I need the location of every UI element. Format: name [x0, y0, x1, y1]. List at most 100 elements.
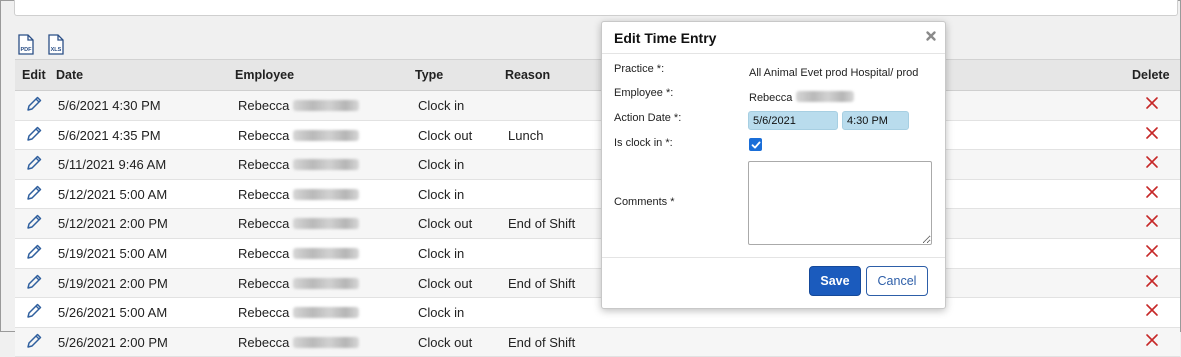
- row-employee: Rebecca: [238, 216, 360, 232]
- row-type: Clock in: [418, 186, 465, 202]
- row-employee-first-name: Rebecca: [238, 98, 290, 113]
- row-employee-first-name: Rebecca: [238, 275, 290, 291]
- row-date: 5/11/2021 9:46 AM: [58, 157, 167, 173]
- column-header-employee[interactable]: Employee: [235, 68, 294, 82]
- practice-value: All Animal Evet prod Hospital/ prod: [749, 67, 919, 79]
- row-employee: Rebecca: [238, 187, 360, 202]
- redacted-surname: [293, 336, 360, 348]
- redacted-surname: [293, 307, 360, 319]
- redacted-surname: [293, 218, 360, 230]
- checkmark-icon: [751, 141, 760, 148]
- row-date: 5/6/2021 4:30 PM: [58, 98, 161, 113]
- table-row: 5/26/2021 5:00 AM Rebecca Clock in: [15, 298, 1180, 328]
- grid-body: 5/6/2021 4:30 PM Rebecca Clock in 5/6/2021 …: [15, 91, 1180, 357]
- row-type: Clock out: [418, 216, 473, 232]
- delete-x-icon[interactable]: [1145, 96, 1159, 110]
- row-type: Clock out: [418, 334, 473, 350]
- edit-pencil-icon[interactable]: [25, 184, 43, 202]
- xls-export-icon[interactable]: XLS: [46, 34, 66, 56]
- row-employee: Rebecca: [238, 98, 360, 113]
- row-type: Clock in: [418, 305, 465, 321]
- column-header-date[interactable]: Date: [56, 68, 83, 82]
- is-clock-in-label: Is clock in *:: [614, 137, 673, 149]
- redacted-surname: [293, 247, 360, 259]
- cancel-button[interactable]: Cancel: [866, 266, 928, 296]
- column-header-type[interactable]: Type: [415, 68, 443, 82]
- row-employee-first-name: Rebecca: [238, 305, 290, 321]
- column-header-reason[interactable]: Reason: [505, 68, 550, 82]
- comments-textarea[interactable]: [748, 161, 932, 245]
- row-reason: End of Shift: [508, 334, 576, 350]
- grid-header: Edit Date Employee Type Reason Delete: [15, 59, 1180, 91]
- row-employee-first-name: Rebecca: [238, 245, 290, 261]
- edit-pencil-icon[interactable]: [25, 332, 43, 350]
- table-row: 5/19/2021 5:00 AM Rebecca Clock in: [15, 238, 1180, 269]
- row-employee: Rebecca: [238, 334, 360, 350]
- dialog-footer-divider: [602, 257, 945, 258]
- pdf-export-icon[interactable]: PDF: [16, 34, 36, 56]
- redacted-surname: [796, 91, 855, 102]
- xls-export-label: XLS: [51, 47, 62, 53]
- row-type: Clock out: [418, 127, 473, 143]
- time-entries-grid: Edit Date Employee Type Reason Delete 5/…: [15, 59, 1180, 357]
- table-row: 5/6/2021 4:30 PM Rebecca Clock in: [15, 91, 1180, 121]
- is-clock-in-checkbox[interactable]: [749, 138, 762, 151]
- table-row: 5/26/2021 2:00 PM Rebecca Clock out End of …: [15, 327, 1180, 357]
- redacted-surname: [293, 188, 360, 200]
- row-date: 5/6/2021 4:35 PM: [58, 127, 161, 143]
- row-date: 5/12/2021 5:00 AM: [58, 186, 168, 202]
- redacted-surname: [293, 129, 360, 141]
- delete-x-icon[interactable]: [1145, 155, 1159, 169]
- delete-x-icon[interactable]: [1145, 214, 1159, 228]
- redacted-surname: [293, 100, 360, 111]
- practice-label: Practice *:: [614, 63, 665, 75]
- dialog-title: Edit Time Entry: [614, 30, 717, 46]
- employee-label: Employee *:: [614, 87, 674, 99]
- action-date-input[interactable]: [748, 111, 838, 130]
- employee-first-name: Rebecca: [749, 92, 793, 104]
- row-date: 5/26/2021 5:00 AM: [58, 305, 168, 321]
- column-header-edit: Edit: [22, 68, 46, 82]
- row-employee-first-name: Rebecca: [238, 127, 290, 143]
- employee-value: Rebecca: [749, 91, 855, 104]
- column-header-delete: Delete: [1132, 68, 1170, 82]
- row-employee: Rebecca: [238, 275, 360, 291]
- row-date: 5/19/2021 2:00 PM: [58, 275, 168, 291]
- row-type: Clock in: [418, 245, 465, 261]
- table-row: 5/19/2021 2:00 PM Rebecca Clock out End of …: [15, 268, 1180, 299]
- edit-pencil-icon[interactable]: [25, 213, 43, 231]
- edit-time-entry-dialog: Edit Time Entry Practice *: All Animal E…: [601, 21, 946, 309]
- table-row: 5/12/2021 2:00 PM Rebecca Clock out End of …: [15, 209, 1180, 239]
- action-date-label: Action Date *:: [614, 112, 682, 124]
- export-toolbar: PDF XLS: [16, 34, 66, 56]
- row-type: Clock out: [418, 275, 473, 291]
- row-type: Clock in: [418, 98, 465, 113]
- row-reason: End of Shift: [508, 216, 576, 232]
- comments-label: Comments *: [614, 196, 675, 208]
- edit-pencil-icon[interactable]: [25, 243, 43, 261]
- row-type: Clock in: [418, 157, 465, 173]
- action-time-input[interactable]: [842, 111, 909, 130]
- row-employee-first-name: Rebecca: [238, 334, 290, 350]
- delete-x-icon[interactable]: [1145, 244, 1159, 258]
- delete-x-icon[interactable]: [1145, 274, 1159, 288]
- row-date: 5/26/2021 2:00 PM: [58, 334, 168, 350]
- table-row: 5/12/2021 5:00 AM Rebecca Clock in: [15, 179, 1180, 210]
- row-employee: Rebecca: [238, 157, 360, 172]
- delete-x-icon[interactable]: [1145, 333, 1159, 347]
- delete-x-icon[interactable]: [1145, 185, 1159, 199]
- row-date: 5/12/2021 2:00 PM: [58, 216, 168, 232]
- edit-pencil-icon[interactable]: [25, 154, 43, 172]
- row-employee-first-name: Rebecca: [238, 216, 290, 232]
- row-date: 5/19/2021 5:00 AM: [58, 245, 168, 261]
- delete-x-icon[interactable]: [1145, 126, 1159, 140]
- delete-x-icon[interactable]: [1145, 303, 1159, 317]
- redacted-surname: [293, 277, 360, 289]
- edit-pencil-icon[interactable]: [25, 125, 43, 143]
- edit-pencil-icon[interactable]: [25, 95, 43, 113]
- edit-pencil-icon[interactable]: [25, 302, 43, 320]
- save-button[interactable]: Save: [809, 266, 861, 296]
- pdf-export-label: PDF: [21, 47, 33, 53]
- edit-pencil-icon[interactable]: [25, 273, 43, 291]
- close-icon[interactable]: [925, 30, 937, 42]
